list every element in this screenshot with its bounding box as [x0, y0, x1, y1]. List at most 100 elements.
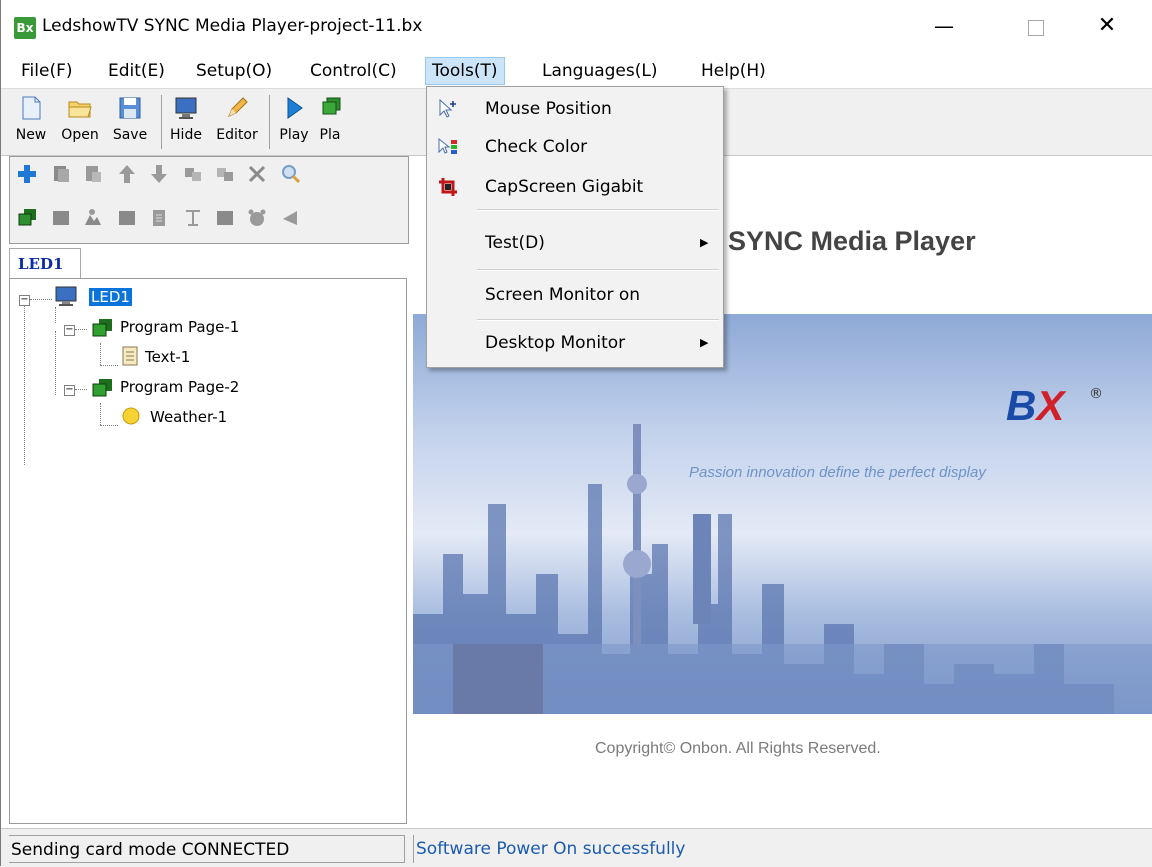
table-icon[interactable] [214, 207, 236, 229]
text-doc-icon[interactable] [148, 207, 170, 229]
city-skyline-illustration [413, 424, 1152, 714]
brand-title: SYNC Media Player [728, 226, 976, 256]
city-banner-image: BX ® Passion innovation define the perfe… [413, 314, 1152, 714]
menu-item-check-color[interactable]: Check Color [427, 129, 723, 165]
tree-item-program-page-1[interactable]: Program Page-1 [120, 315, 239, 339]
mouse-position-icon [439, 98, 456, 118]
tree-action-toolbar [9, 156, 409, 244]
move-bottom-icon[interactable] [214, 163, 236, 185]
submenu-arrow-icon: ▶ [700, 236, 709, 249]
menu-tools[interactable]: Tools(T) [425, 57, 505, 85]
test-label: Test(D) [485, 233, 545, 253]
menu-bar: File(F) Edit(E) Setup(O) Control(C) Tool… [1, 56, 1152, 86]
video-icon[interactable] [116, 207, 138, 229]
save-button[interactable]: Save [107, 91, 153, 151]
editor-label: Editor [216, 127, 258, 143]
paste-icon[interactable] [82, 163, 104, 185]
tree-item-text-1[interactable]: Text-1 [145, 345, 190, 369]
save-disk-icon [119, 97, 141, 119]
text-item-icon [122, 346, 138, 366]
menu-edit[interactable]: Edit(E) [102, 58, 171, 84]
move-down-icon[interactable] [148, 163, 170, 185]
play-page-label: Pla [319, 127, 341, 143]
bx-logo-b: B [1006, 382, 1037, 429]
menu-item-test[interactable]: Test(D) ▶ [427, 225, 723, 261]
single-line-text-icon[interactable] [182, 207, 204, 229]
tree-connector [55, 307, 56, 323]
close-button[interactable]: ✕ [1084, 8, 1130, 44]
app-logo-icon: Bx [14, 17, 36, 39]
led-screen-icon [55, 286, 77, 306]
tree-connector [24, 305, 25, 465]
tree-connector [100, 425, 118, 426]
program-page-icon[interactable] [16, 207, 38, 229]
brand-slogan: Passion innovation define the perfect di… [689, 464, 986, 481]
screen-monitor-label: Screen Monitor on [485, 285, 641, 305]
play-label: Play [279, 127, 309, 143]
save-label: Save [112, 127, 148, 143]
toolbar-separator [269, 95, 270, 149]
menu-separator [477, 209, 719, 211]
move-up-icon[interactable] [116, 163, 138, 185]
bx-logo-x: X [1036, 382, 1065, 429]
registered-mark: ® [1089, 386, 1103, 402]
menu-languages[interactable]: Languages(L) [536, 58, 664, 84]
menu-item-desktop-monitor[interactable]: Desktop Monitor ▶ [427, 325, 723, 361]
image-icon[interactable] [82, 207, 104, 229]
hide-button[interactable]: Hide [165, 91, 207, 151]
delete-icon[interactable] [246, 163, 268, 185]
play-page-button[interactable]: Pla [315, 91, 345, 151]
menu-file[interactable]: File(F) [15, 58, 79, 84]
maximize-button[interactable] [1013, 8, 1059, 44]
move-top-icon[interactable] [182, 163, 204, 185]
monitor-icon [175, 97, 197, 119]
title-bar: Bx LedshowTV SYNC Media Player-project-1… [1, 0, 1152, 56]
menu-setup[interactable]: Setup(O) [190, 58, 278, 84]
tools-dropdown-menu: Mouse Position Check Color CapScreen Gig… [426, 86, 724, 368]
menu-separator [477, 269, 719, 271]
submenu-arrow-icon: ▶ [700, 336, 709, 349]
program-page-icon [92, 319, 112, 337]
tree-item-led1-label: LED1 [89, 288, 132, 306]
menu-item-mouse-position[interactable]: Mouse Position [427, 91, 723, 127]
collapse-toggle-led1[interactable]: − [19, 295, 30, 306]
open-button[interactable]: Open [57, 91, 103, 151]
tree-item-weather-1[interactable]: Weather-1 [150, 405, 227, 429]
menu-item-capscreen-gigabit[interactable]: CapScreen Gigabit [427, 169, 723, 205]
pencil-icon [228, 97, 248, 117]
area-icon[interactable] [50, 207, 72, 229]
left-panel: LED1 − LED1 − Program Page-1 Text-1 − Pr… [9, 156, 409, 824]
capscreen-label: CapScreen Gigabit [485, 177, 644, 197]
search-icon[interactable] [280, 163, 302, 185]
tab-led1[interactable]: LED1 [9, 248, 81, 278]
minimize-button[interactable]: — [921, 8, 967, 44]
program-page-icon [92, 379, 112, 397]
tree-item-led1[interactable]: LED1 [89, 285, 132, 309]
tree-connector [100, 365, 118, 366]
editor-button[interactable]: Editor [211, 91, 263, 151]
open-folder-icon [68, 101, 92, 118]
sound-icon[interactable] [280, 207, 302, 229]
copy-icon[interactable] [50, 163, 72, 185]
menu-item-screen-monitor[interactable]: Screen Monitor on [427, 277, 723, 313]
hide-label: Hide [170, 127, 202, 143]
desktop-monitor-label: Desktop Monitor [485, 333, 626, 353]
tree-connector [100, 403, 101, 425]
tree-connector [75, 329, 87, 330]
toolbar-separator [161, 95, 162, 149]
collapse-toggle-page2[interactable]: − [64, 385, 75, 396]
check-color-label: Check Color [485, 137, 588, 157]
menu-help[interactable]: Help(H) [695, 58, 772, 84]
collapse-toggle-page1[interactable]: − [64, 325, 75, 336]
tree-item-program-page-2[interactable]: Program Page-2 [120, 375, 239, 399]
play-button[interactable]: Play [275, 91, 313, 151]
menu-control[interactable]: Control(C) [304, 58, 403, 84]
add-icon[interactable] [16, 163, 38, 185]
new-button[interactable]: New [9, 91, 53, 151]
status-connection: Sending card mode CONNECTED [9, 835, 405, 863]
open-label: Open [61, 127, 99, 143]
status-message: Software Power On successfully [413, 835, 1152, 863]
menu-separator [477, 319, 719, 321]
clock-icon[interactable] [246, 207, 268, 229]
copyright-text: Copyright© Onbon. All Rights Reserved. [595, 740, 881, 757]
